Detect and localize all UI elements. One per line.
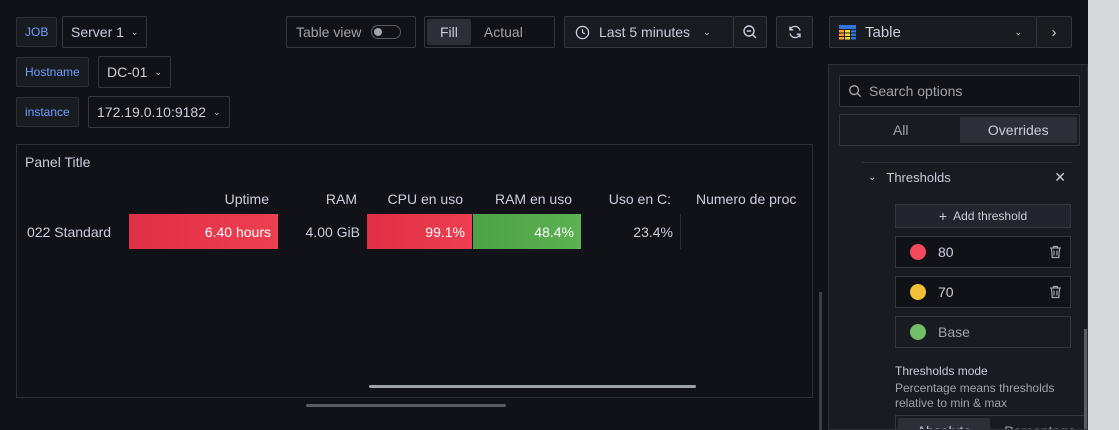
mode-percentage-option[interactable]: Percentage [990, 418, 1087, 429]
close-icon[interactable]: ✕ [1054, 169, 1066, 186]
hostname-variable-label: Hostname [16, 57, 89, 87]
chevron-down-icon: ⌄ [703, 26, 711, 37]
table-cell-procs [681, 214, 812, 249]
threshold-color-swatch[interactable] [910, 324, 926, 340]
add-threshold-button[interactable]: + Add threshold [895, 204, 1071, 228]
threshold-color-swatch[interactable] [910, 284, 926, 300]
hostname-variable-value: DC-01 [107, 64, 148, 80]
table-view-label: Table view [296, 24, 362, 40]
add-threshold-label: Add threshold [953, 209, 1028, 223]
visualization-picker[interactable]: Table ⌄ [829, 16, 1037, 48]
thresholds-mode-description: Percentage means thresholds relative to … [895, 381, 1054, 411]
table-panel: Panel Title Uptime RAM CPU en uso RAM en… [16, 144, 813, 398]
actual-option[interactable]: Actual [471, 19, 536, 45]
threshold-row-80[interactable]: 80 [895, 236, 1071, 268]
threshold-value[interactable]: 70 [938, 284, 954, 300]
threshold-row-base: Base [895, 316, 1071, 348]
tab-overrides[interactable]: Overrides [959, 117, 1077, 143]
fill-option[interactable]: Fill [427, 19, 471, 45]
table-cell-ram: 4.00 GiB [305, 223, 360, 240]
table-viz-icon [839, 24, 856, 39]
search-placeholder: Search options [869, 83, 963, 99]
thresholds-mode-switch: Absolute Percentage [895, 415, 1087, 429]
refresh-button[interactable] [776, 16, 813, 48]
mode-desc-line-2: relative to min & max [895, 396, 1008, 410]
search-icon [849, 85, 862, 98]
threshold-value: Base [938, 324, 970, 340]
trash-icon[interactable] [1049, 285, 1062, 299]
mode-desc-line-1: Percentage means thresholds [895, 381, 1055, 395]
table-cell-uptime: 6.40 hours [129, 214, 278, 249]
thresholds-section-title: Thresholds [886, 170, 951, 185]
plus-icon: + [938, 208, 948, 224]
time-range-value: Last 5 minutes [599, 24, 691, 40]
fill-actual-switch: Fill Actual [424, 16, 555, 48]
column-header-cpu[interactable]: CPU en uso [372, 191, 463, 207]
clock-icon [575, 25, 590, 39]
tab-all[interactable]: All [842, 117, 960, 143]
chevron-down-icon: ⌄ [130, 26, 139, 37]
job-variable-value: Server 1 [71, 24, 124, 40]
thresholds-section-header[interactable]: ⌄ Thresholds ✕ [862, 162, 1072, 192]
instance-variable-value: 172.19.0.10:9182 [97, 104, 206, 120]
column-header-disk[interactable]: Uso en C: [587, 191, 671, 207]
column-header-ram-used[interactable]: RAM en uso [477, 191, 572, 207]
panel-title: Panel Title [25, 154, 91, 170]
mode-absolute-option[interactable]: Absolute [898, 418, 990, 429]
thresholds-mode-title: Thresholds mode [895, 364, 988, 378]
window-edge [1088, 0, 1119, 430]
threshold-row-70[interactable]: 70 [895, 276, 1071, 308]
threshold-color-swatch[interactable] [910, 244, 926, 260]
instance-variable-label: instance [16, 97, 79, 127]
trash-icon[interactable] [1049, 245, 1062, 259]
toggle-switch[interactable] [371, 25, 402, 39]
table-cell-cpu: 99.1% [367, 214, 472, 249]
table-horizontal-scrollbar[interactable] [369, 385, 696, 388]
table-cell-ram-used: 48.4% [473, 214, 581, 249]
chevron-down-icon: ⌄ [213, 106, 221, 117]
zoom-out-button[interactable] [733, 16, 767, 48]
search-options-input[interactable]: Search options [839, 75, 1080, 107]
threshold-value[interactable]: 80 [938, 244, 954, 260]
table-view-toggle[interactable]: Table view [286, 16, 416, 48]
options-scrollbar[interactable] [1084, 329, 1087, 429]
table-cell-name: 022 Standard [27, 223, 112, 240]
chevron-down-icon: ⌄ [868, 172, 877, 183]
chevron-down-icon: ⌄ [154, 66, 163, 77]
options-tabs: All Overrides [839, 114, 1080, 146]
column-header-uptime[interactable]: Uptime [197, 191, 269, 207]
chevron-right-icon: › [1051, 23, 1057, 41]
refresh-icon [788, 25, 801, 39]
job-variable-label: JOB [16, 17, 58, 47]
zoom-out-icon [743, 25, 757, 39]
column-header-procs[interactable]: Numero de proc [696, 191, 796, 207]
job-variable-select[interactable]: Server 1 ⌄ [62, 16, 148, 48]
panel-resize-scrollbar[interactable] [306, 404, 506, 407]
column-header-ram[interactable]: RAM [287, 191, 357, 207]
time-range-picker[interactable]: Last 5 minutes ⌄ [564, 16, 734, 48]
chevron-down-icon: ⌄ [1014, 26, 1022, 37]
instance-variable-select[interactable]: 172.19.0.10:9182 ⌄ [88, 96, 230, 128]
collapse-options-button[interactable]: › [1036, 16, 1072, 48]
options-pane: Search options All Overrides ⌄ Threshold… [828, 64, 1088, 430]
visualization-name: Table [865, 23, 901, 41]
hostname-variable-select[interactable]: DC-01 ⌄ [98, 56, 172, 88]
panel-vertical-scrollbar[interactable] [819, 292, 822, 430]
table-cell-disk: 23.4% [581, 214, 681, 249]
